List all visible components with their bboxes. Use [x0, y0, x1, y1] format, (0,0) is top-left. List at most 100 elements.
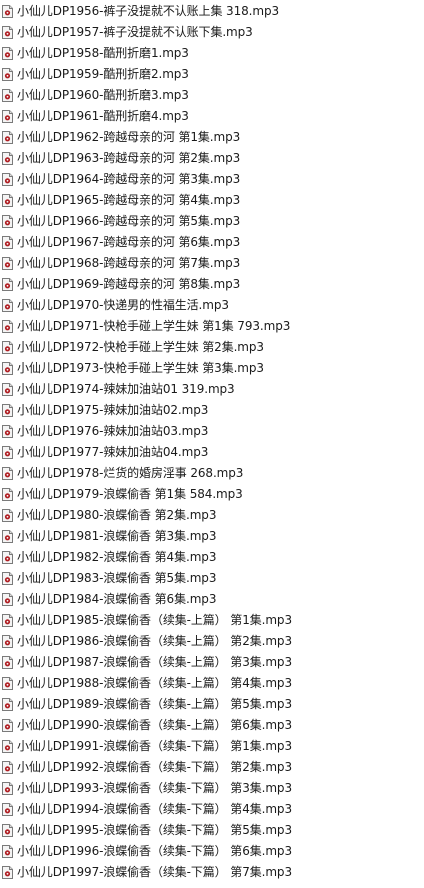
file-list-item[interactable]: 小仙儿DP1994-浪蝶偷香（续集-下篇） 第4集.mp3: [0, 799, 424, 820]
file-list-item[interactable]: 小仙儿DP1973-快枪手碰上学生妹 第3集.mp3: [0, 358, 424, 379]
audio-file-icon: [2, 299, 13, 312]
file-name: 小仙儿DP1990-浪蝶偷香（续集-上篇） 第6集.mp3: [17, 718, 292, 732]
file-list-item[interactable]: 小仙儿DP1971-快枪手碰上学生妹 第1集 793.mp3: [0, 316, 424, 337]
file-list-item[interactable]: 小仙儿DP1964-跨越母亲的河 第3集.mp3: [0, 169, 424, 190]
file-name: 小仙儿DP1961-酷刑折磨4.mp3: [17, 109, 189, 123]
file-list: 小仙儿DP1956-裤子没提就不认账上集 318.mp3 小仙儿DP1957-裤…: [0, 0, 424, 888]
file-list-item[interactable]: 小仙儿DP1957-裤子没提就不认账下集.mp3: [0, 22, 424, 43]
audio-file-icon: [2, 572, 13, 585]
file-list-item[interactable]: 小仙儿DP1980-浪蝶偷香 第2集.mp3: [0, 505, 424, 526]
file-list-item[interactable]: 小仙儿DP1968-跨越母亲的河 第7集.mp3: [0, 253, 424, 274]
file-name: 小仙儿DP1997-浪蝶偷香（续集-下篇） 第7集.mp3: [17, 865, 292, 879]
file-name: 小仙儿DP1971-快枪手碰上学生妹 第1集 793.mp3: [17, 319, 291, 333]
file-name: 小仙儿DP1968-跨越母亲的河 第7集.mp3: [17, 256, 241, 270]
file-list-item[interactable]: 小仙儿DP1972-快枪手碰上学生妹 第2集.mp3: [0, 337, 424, 358]
file-name: 小仙儿DP1956-裤子没提就不认账上集 318.mp3: [17, 4, 280, 18]
file-name: 小仙儿DP1976-辣妹加油站03.mp3: [17, 424, 209, 438]
audio-file-icon: [2, 719, 13, 732]
file-list-item[interactable]: 小仙儿DP1959-酷刑折磨2.mp3: [0, 64, 424, 85]
file-name: 小仙儿DP1978-烂货的婚房淫事 268.mp3: [17, 466, 244, 480]
audio-file-icon: [2, 488, 13, 501]
file-list-item[interactable]: 小仙儿DP1988-浪蝶偷香（续集-上篇） 第4集.mp3: [0, 673, 424, 694]
file-name: 小仙儿DP1983-浪蝶偷香 第5集.mp3: [17, 571, 217, 585]
file-name: 小仙儿DP1964-跨越母亲的河 第3集.mp3: [17, 172, 241, 186]
audio-file-icon: [2, 530, 13, 543]
audio-file-icon: [2, 803, 13, 816]
file-name: 小仙儿DP1970-快递男的性福生活.mp3: [17, 298, 229, 312]
file-list-item[interactable]: 小仙儿DP1975-辣妹加油站02.mp3: [0, 400, 424, 421]
file-list-item[interactable]: 小仙儿DP1989-浪蝶偷香（续集-上篇） 第5集.mp3: [0, 694, 424, 715]
file-list-item[interactable]: 小仙儿DP1978-烂货的婚房淫事 268.mp3: [0, 463, 424, 484]
file-list-item[interactable]: 小仙儿DP1986-浪蝶偷香（续集-上篇） 第2集.mp3: [0, 631, 424, 652]
file-name: 小仙儿DP1988-浪蝶偷香（续集-上篇） 第4集.mp3: [17, 676, 292, 690]
file-list-item[interactable]: 小仙儿DP1960-酷刑折磨3.mp3: [0, 85, 424, 106]
file-name: 小仙儿DP1965-跨越母亲的河 第4集.mp3: [17, 193, 241, 207]
file-name: 小仙儿DP1980-浪蝶偷香 第2集.mp3: [17, 508, 217, 522]
file-list-item[interactable]: 小仙儿DP1965-跨越母亲的河 第4集.mp3: [0, 190, 424, 211]
file-name: 小仙儿DP1962-跨越母亲的河 第1集.mp3: [17, 130, 241, 144]
file-list-item[interactable]: 小仙儿DP1977-辣妹加油站04.mp3: [0, 442, 424, 463]
file-list-item[interactable]: 小仙儿DP1962-跨越母亲的河 第1集.mp3: [0, 127, 424, 148]
file-name: 小仙儿DP1963-跨越母亲的河 第2集.mp3: [17, 151, 241, 165]
file-list-item[interactable]: 小仙儿DP1974-辣妹加油站01 319.mp3: [0, 379, 424, 400]
file-name: 小仙儿DP1957-裤子没提就不认账下集.mp3: [17, 25, 253, 39]
file-name: 小仙儿DP1993-浪蝶偷香（续集-下篇） 第3集.mp3: [17, 781, 292, 795]
file-name: 小仙儿DP1966-跨越母亲的河 第5集.mp3: [17, 214, 241, 228]
file-name: 小仙儿DP1967-跨越母亲的河 第6集.mp3: [17, 235, 241, 249]
audio-file-icon: [2, 656, 13, 669]
file-list-item[interactable]: 小仙儿DP1985-浪蝶偷香（续集-上篇） 第1集.mp3: [0, 610, 424, 631]
file-list-item[interactable]: 小仙儿DP1987-浪蝶偷香（续集-上篇） 第3集.mp3: [0, 652, 424, 673]
file-list-item[interactable]: 小仙儿DP1967-跨越母亲的河 第6集.mp3: [0, 232, 424, 253]
file-list-item[interactable]: 小仙儿DP1958-酷刑折磨1.mp3: [0, 43, 424, 64]
file-list-item[interactable]: 小仙儿DP1992-浪蝶偷香（续集-下篇） 第2集.mp3: [0, 757, 424, 778]
file-name: 小仙儿DP1991-浪蝶偷香（续集-下篇） 第1集.mp3: [17, 739, 292, 753]
audio-file-icon: [2, 278, 13, 291]
audio-file-icon: [2, 68, 13, 81]
file-list-item[interactable]: 小仙儿DP1981-浪蝶偷香 第3集.mp3: [0, 526, 424, 547]
file-name: 小仙儿DP1989-浪蝶偷香（续集-上篇） 第5集.mp3: [17, 697, 292, 711]
audio-file-icon: [2, 362, 13, 375]
audio-file-icon: [2, 26, 13, 39]
audio-file-icon: [2, 593, 13, 606]
audio-file-icon: [2, 761, 13, 774]
file-list-item[interactable]: 小仙儿DP1976-辣妹加油站03.mp3: [0, 421, 424, 442]
file-list-item[interactable]: 小仙儿DP1996-浪蝶偷香（续集-下篇） 第6集.mp3: [0, 841, 424, 862]
file-list-item[interactable]: 小仙儿DP1982-浪蝶偷香 第4集.mp3: [0, 547, 424, 568]
file-list-item[interactable]: 小仙儿DP1963-跨越母亲的河 第2集.mp3: [0, 148, 424, 169]
audio-file-icon: [2, 551, 13, 564]
file-list-item[interactable]: 小仙儿DP1991-浪蝶偷香（续集-下篇） 第1集.mp3: [0, 736, 424, 757]
file-list-item[interactable]: 小仙儿DP1966-跨越母亲的河 第5集.mp3: [0, 211, 424, 232]
file-list-item[interactable]: 小仙儿DP1990-浪蝶偷香（续集-上篇） 第6集.mp3: [0, 715, 424, 736]
file-list-item[interactable]: 小仙儿DP1956-裤子没提就不认账上集 318.mp3: [0, 1, 424, 22]
audio-file-icon: [2, 740, 13, 753]
audio-file-icon: [2, 341, 13, 354]
file-list-item[interactable]: 小仙儿DP1995-浪蝶偷香（续集-下篇） 第5集.mp3: [0, 820, 424, 841]
file-list-item[interactable]: 小仙儿DP1997-浪蝶偷香（续集-下篇） 第7集.mp3: [0, 862, 424, 883]
file-name: 小仙儿DP1981-浪蝶偷香 第3集.mp3: [17, 529, 217, 543]
file-name: 小仙儿DP1987-浪蝶偷香（续集-上篇） 第3集.mp3: [17, 655, 292, 669]
audio-file-icon: [2, 320, 13, 333]
audio-file-icon: [2, 236, 13, 249]
audio-file-icon: [2, 110, 13, 123]
file-name: 小仙儿DP1977-辣妹加油站04.mp3: [17, 445, 209, 459]
file-list-item[interactable]: 小仙儿DP1961-酷刑折磨4.mp3: [0, 106, 424, 127]
audio-file-icon: [2, 845, 13, 858]
audio-file-icon: [2, 5, 13, 18]
file-list-item[interactable]: 小仙儿DP1969-跨越母亲的河 第8集.mp3: [0, 274, 424, 295]
audio-file-icon: [2, 383, 13, 396]
file-list-item[interactable]: 小仙儿DP1984-浪蝶偷香 第6集.mp3: [0, 589, 424, 610]
audio-file-icon: [2, 47, 13, 60]
audio-file-icon: [2, 509, 13, 522]
file-list-item[interactable]: 小仙儿DP1993-浪蝶偷香（续集-下篇） 第3集.mp3: [0, 778, 424, 799]
audio-file-icon: [2, 152, 13, 165]
file-name: 小仙儿DP1996-浪蝶偷香（续集-下篇） 第6集.mp3: [17, 844, 292, 858]
audio-file-icon: [2, 89, 13, 102]
audio-file-icon: [2, 404, 13, 417]
audio-file-icon: [2, 614, 13, 627]
file-list-item[interactable]: 小仙儿DP1979-浪蝶偷香 第1集 584.mp3: [0, 484, 424, 505]
file-list-item[interactable]: 小仙儿DP1970-快递男的性福生活.mp3: [0, 295, 424, 316]
audio-file-icon: [2, 131, 13, 144]
file-name: 小仙儿DP1985-浪蝶偷香（续集-上篇） 第1集.mp3: [17, 613, 292, 627]
audio-file-icon: [2, 257, 13, 270]
file-list-item[interactable]: 小仙儿DP1983-浪蝶偷香 第5集.mp3: [0, 568, 424, 589]
